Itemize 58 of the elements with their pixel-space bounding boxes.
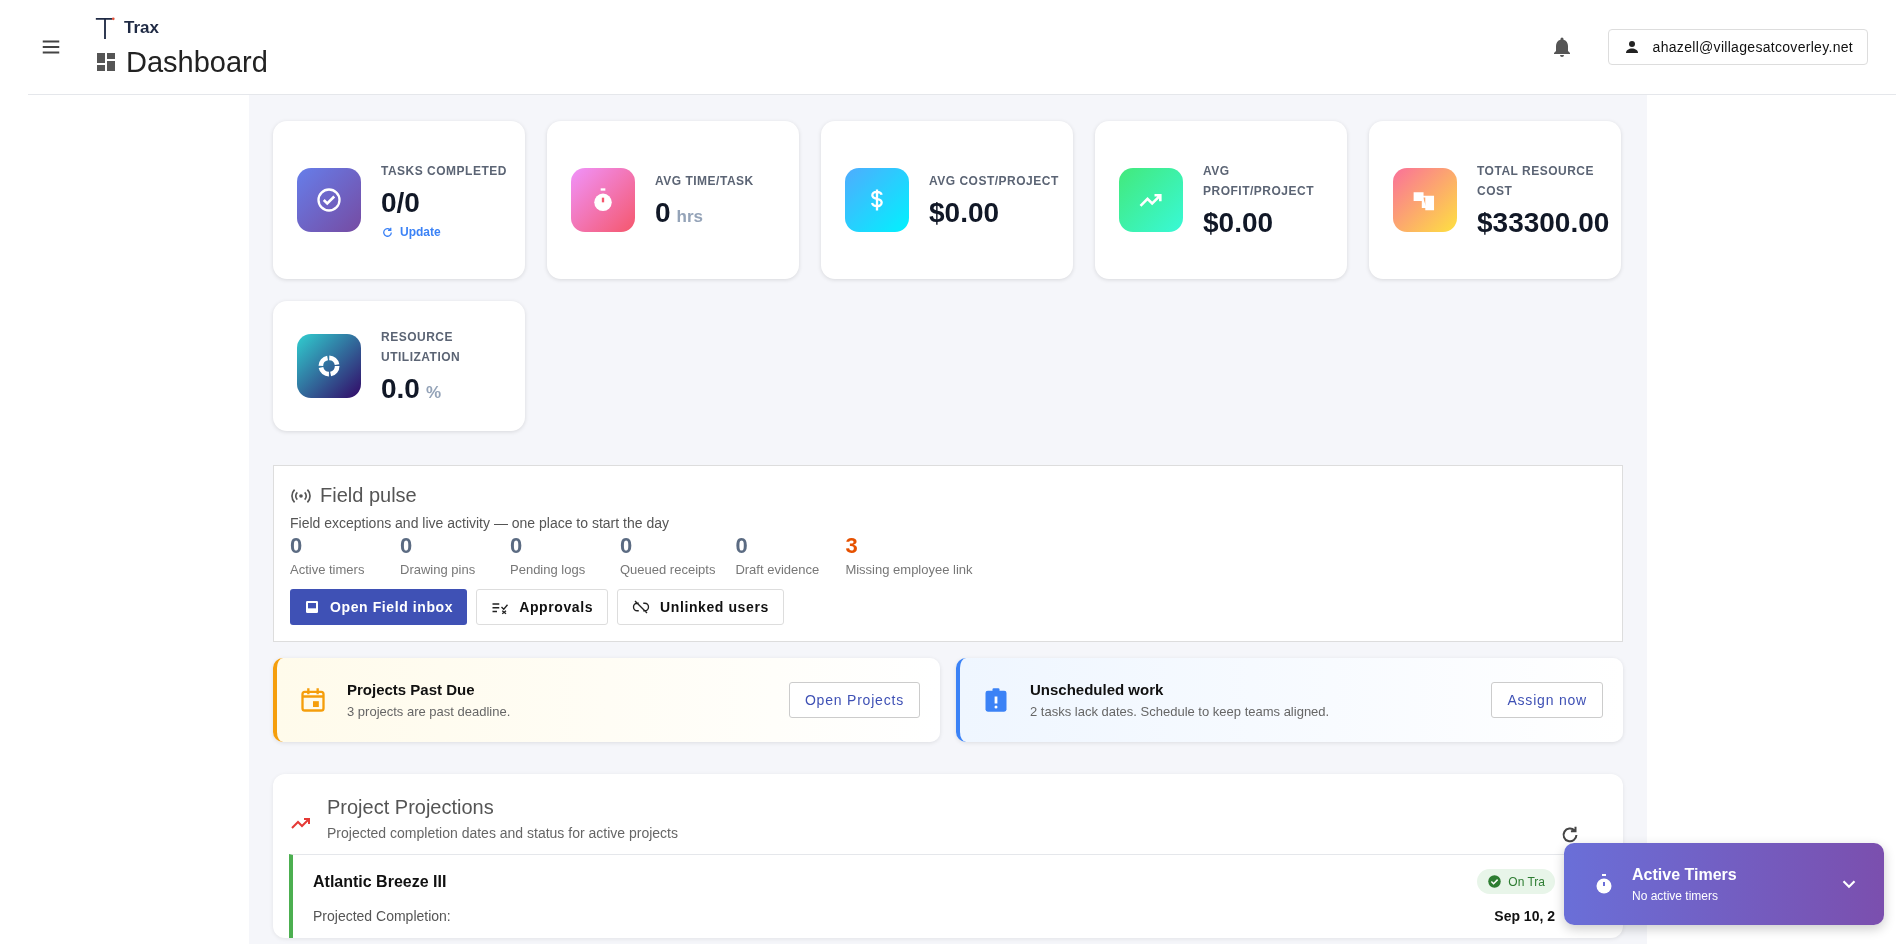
refresh-icon	[381, 225, 394, 239]
inbox-icon	[304, 599, 320, 615]
user-account-button[interactable]: ahazell@villagesatcoverley.net	[1607, 29, 1868, 65]
metric-value: 0	[510, 533, 524, 559]
update-link[interactable]: Update	[381, 225, 441, 239]
metric-label: Queued receipts	[620, 562, 716, 577]
panel-title: Field pulse	[320, 484, 417, 507]
metric-value: 3	[845, 533, 859, 559]
panel-title: Active Timers	[1632, 865, 1738, 884]
metric-value: 0	[400, 533, 414, 559]
metric-label: Missing employee link	[845, 562, 973, 577]
stat-value: $33300.00	[1477, 207, 1610, 239]
metric-label: Draft evidence	[735, 562, 821, 577]
alert-text: 3 projects are past deadline.	[347, 704, 512, 719]
stat-value: $0.00	[1203, 207, 1274, 239]
field-label: Projected Completion:	[313, 908, 451, 924]
alert-action-button[interactable]: Open Projects	[788, 682, 920, 718]
broken-link-icon	[632, 598, 651, 616]
metric-value: 0	[620, 533, 634, 559]
stat-label: TOTAL RESOURCE COST	[1477, 163, 1595, 200]
section-subtitle: Projected completion dates and status for active projects	[327, 825, 679, 841]
stat-label: AVG PROFIT/PROJECT	[1203, 163, 1315, 200]
outlined-button[interactable]: Unlinked users	[617, 589, 784, 625]
alert-text: 2 tasks lack dates. Schedule to keep teams aligned.	[1030, 704, 1331, 719]
check-circle-icon	[1487, 874, 1503, 889]
page-title: Dashboard	[126, 45, 268, 79]
field-value: Sep 10, 2	[1494, 908, 1555, 924]
stat-label: AVG COST/PROJECT	[929, 173, 1059, 190]
dashboard-icon	[94, 50, 118, 74]
stat-value: 0	[655, 197, 671, 229]
panel-subtitle: Field exceptions and live activity — one place to start the day	[290, 515, 670, 531]
check-circle-icon	[315, 186, 343, 214]
primary-button[interactable]: Open Field inbox	[290, 589, 468, 625]
stat-unit: hrs	[676, 207, 704, 227]
brand-name: Trax	[124, 17, 159, 38]
metric-value: 0	[735, 533, 749, 559]
stat-label: AVG TIME/TASK	[655, 173, 754, 190]
section-title: Project Projections	[327, 796, 495, 819]
logo-icon	[94, 15, 116, 40]
metric-label: Drawing pins	[400, 562, 477, 577]
stat-value: 0/0	[381, 187, 420, 219]
alert-title: Projects Past Due	[347, 681, 476, 698]
calendar-icon	[299, 686, 327, 714]
alert-title: Unscheduled work	[1030, 681, 1165, 698]
panel-subtitle: No active timers	[1632, 888, 1720, 903]
stat-label: TASKS COMPLETED	[381, 163, 507, 180]
metric-value: 0	[290, 533, 304, 559]
stat-unit: %	[425, 383, 442, 403]
metric-label: Active timers	[290, 562, 366, 577]
alert-action-button[interactable]: Assign now	[1491, 682, 1603, 718]
active-timers-panel[interactable]: Active Timers No active timers	[1564, 843, 1884, 925]
outlined-button[interactable]: Approvals	[476, 589, 609, 625]
status-badge: On Tra	[1477, 869, 1555, 894]
stat-value: $0.00	[929, 197, 1000, 229]
stat-value: 0.0	[381, 373, 420, 405]
stat-label: RESOURCE UTILIZATION	[381, 329, 462, 366]
metric-label: Pending logs	[510, 562, 587, 577]
project-name: Atlantic Breeze III	[313, 872, 447, 891]
